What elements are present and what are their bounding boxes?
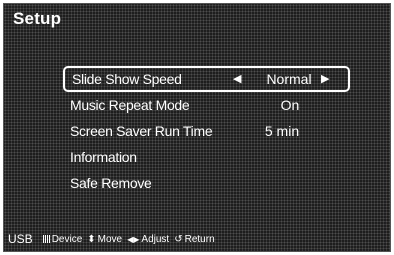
page-title: Setup	[13, 9, 62, 28]
menu-item-label: Safe Remove	[70, 175, 152, 191]
menu-item-label: Information	[70, 149, 137, 165]
menu-item-slide-show-speed[interactable]: Slide Show Speed ◀ Normal ▶	[63, 66, 350, 92]
menu-item-label: Slide Show Speed	[72, 71, 182, 87]
hint-return: ↺ Return	[174, 234, 214, 245]
menu-item-music-repeat-mode[interactable]: Music Repeat Mode On	[60, 92, 350, 118]
menu-item-label: Music Repeat Mode	[70, 97, 190, 113]
hint-move: ⬍ Move	[87, 234, 122, 245]
move-icon: ⬍	[87, 233, 96, 245]
menu-item-label: Screen Saver Run Time	[70, 123, 213, 139]
setup-screen: Setup Slide Show Speed ◀ Normal ▶ Music …	[3, 3, 391, 252]
menu-item-screen-saver-run-time[interactable]: Screen Saver Run Time 5 min	[60, 118, 350, 144]
hint-label: Device	[51, 233, 83, 245]
help-bar: USB Device ⬍ Move ◀▶ Adjust ↺ Return	[8, 232, 220, 246]
hint-adjust: ◀▶ Adjust	[127, 234, 169, 245]
menu-item-information[interactable]: Information	[60, 144, 350, 170]
arrow-right-icon[interactable]: ▶	[321, 68, 329, 90]
setup-menu: Slide Show Speed ◀ Normal ▶ Music Repeat…	[60, 66, 350, 196]
hint-label: Return	[184, 233, 215, 245]
hint-label: Adjust	[141, 233, 170, 245]
adjust-icon: ◀▶	[127, 234, 140, 244]
return-icon: ↺	[174, 233, 183, 245]
menu-item-safe-remove[interactable]: Safe Remove	[60, 170, 350, 196]
menu-item-value: 5 min	[264, 123, 300, 139]
hint-device: Device	[42, 233, 83, 245]
device-icon	[42, 235, 50, 243]
hint-label: Move	[97, 233, 123, 245]
menu-item-value: On	[280, 97, 300, 113]
arrow-left-icon[interactable]: ◀	[233, 68, 241, 90]
source-label: USB	[8, 232, 33, 246]
menu-item-value: Normal	[266, 71, 312, 87]
